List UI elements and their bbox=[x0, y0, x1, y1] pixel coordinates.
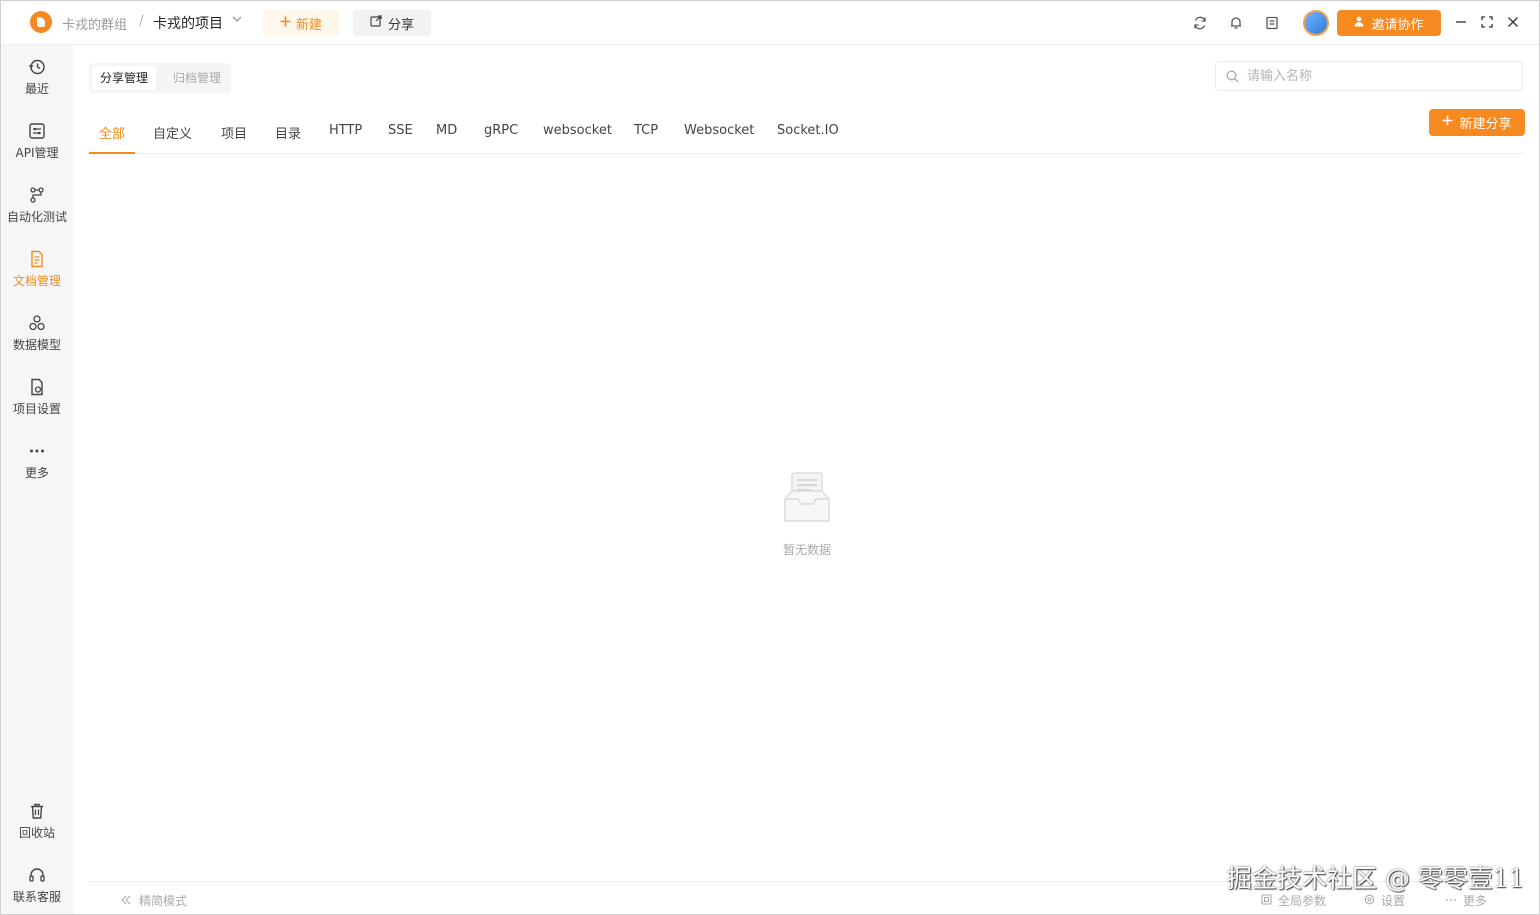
history-icon bbox=[28, 59, 45, 74]
sidebar-item-trash[interactable]: 回收站 bbox=[1, 793, 73, 849]
sidebar-item-api-management[interactable]: API管理 bbox=[1, 113, 73, 169]
sidebar-item-more[interactable]: 更多 bbox=[1, 433, 73, 489]
sidebar-item-data-model[interactable]: 数据模型 bbox=[1, 305, 73, 361]
gear-icon bbox=[1364, 894, 1375, 908]
sidebar-item-document-management[interactable]: 文档管理 bbox=[1, 241, 73, 297]
breadcrumb-team[interactable]: 卡戎的群组 bbox=[62, 14, 127, 33]
app-logo-icon bbox=[30, 11, 52, 33]
data-model-icon bbox=[29, 314, 45, 330]
share-icon bbox=[370, 15, 382, 31]
subtab-share-management[interactable]: 分享管理 bbox=[92, 66, 157, 90]
tab-md[interactable]: MD bbox=[436, 123, 457, 153]
subtab-archive-management[interactable]: 归档管理 bbox=[165, 66, 229, 90]
sidebar-item-label: 项目设置 bbox=[12, 401, 61, 416]
sidebar-item-label: 最近 bbox=[24, 81, 49, 96]
tab-project[interactable]: 项目 bbox=[221, 123, 247, 153]
empty-state: 暂无数据 bbox=[767, 469, 847, 558]
document-icon bbox=[31, 250, 43, 267]
sidebar-item-label: API管理 bbox=[15, 145, 59, 160]
sidebar-item-project-settings[interactable]: 项目设置 bbox=[1, 369, 73, 425]
document-list-icon[interactable] bbox=[1261, 12, 1283, 34]
plus-icon bbox=[280, 16, 291, 31]
sidebar-item-label: 回收站 bbox=[18, 825, 55, 840]
bell-icon[interactable] bbox=[1225, 12, 1247, 34]
global-params-icon bbox=[1261, 893, 1272, 908]
tab-custom[interactable]: 自定义 bbox=[153, 123, 192, 153]
share-button-label: 分享 bbox=[387, 17, 414, 33]
tab-socketio[interactable]: Socket.IO bbox=[777, 123, 839, 153]
tab-http[interactable]: HTTP bbox=[329, 123, 362, 153]
avatar[interactable] bbox=[1303, 10, 1329, 36]
sidebar-item-label: 自动化测试 bbox=[6, 209, 67, 224]
more-icon bbox=[30, 449, 44, 452]
main-content: 分享管理 归档管理 新建分享 全部 自定义 项目 目录 HTTP SSE MD … bbox=[73, 45, 1539, 914]
empty-inbox-icon bbox=[784, 472, 830, 522]
sidebar-item-label: 数据模型 bbox=[12, 337, 61, 352]
new-button-label: 新建 bbox=[295, 17, 322, 33]
breadcrumb-separator: / bbox=[139, 13, 144, 29]
minimize-icon[interactable] bbox=[1450, 11, 1472, 33]
user-plus-icon bbox=[1354, 16, 1365, 31]
tab-websocket[interactable]: Websocket bbox=[684, 123, 754, 153]
tab-grpc[interactable]: gRPC bbox=[484, 123, 518, 153]
empty-text: 暂无数据 bbox=[782, 543, 831, 557]
headset-icon bbox=[29, 867, 45, 882]
watermark: 掘金技术社区 @ 零零壹11 bbox=[1227, 864, 1525, 893]
project-settings-icon bbox=[31, 378, 43, 395]
sidebar-item-label: 联系客服 bbox=[12, 889, 61, 904]
double-chevron-left-icon bbox=[121, 894, 131, 908]
tab-websocket-lower[interactable]: websocket bbox=[543, 123, 612, 153]
sidebar-item-label: 文档管理 bbox=[12, 273, 61, 288]
maximize-icon[interactable] bbox=[1476, 11, 1498, 33]
close-icon[interactable] bbox=[1502, 11, 1524, 33]
sidebar-item-recent[interactable]: 最近 bbox=[1, 49, 73, 105]
simple-mode-toggle[interactable]: 精简模式 bbox=[121, 892, 187, 909]
invite-button-label: 邀请协作 bbox=[1371, 17, 1424, 33]
search-icon bbox=[1226, 70, 1239, 83]
more-icon bbox=[1445, 894, 1457, 908]
search-box[interactable] bbox=[1215, 61, 1523, 91]
new-button[interactable]: 新建 bbox=[263, 10, 339, 36]
api-icon bbox=[29, 122, 45, 139]
sidebar-item-automation-test[interactable]: 自动化测试 bbox=[1, 177, 73, 233]
invite-collaborate-button[interactable]: 邀请协作 bbox=[1337, 10, 1441, 36]
filter-tabs: 全部 自定义 项目 目录 HTTP SSE MD gRPC websocket … bbox=[88, 119, 1525, 154]
sidebar-item-contact-support[interactable]: 联系客服 bbox=[1, 857, 73, 913]
tab-tcp[interactable]: TCP bbox=[634, 123, 658, 153]
app-window: 卡戎的群组 / 卡戎的项目 新建 分享 邀请协作 最近 API管理 自动化测试 … bbox=[0, 0, 1540, 915]
tab-directory[interactable]: 目录 bbox=[275, 123, 301, 153]
breadcrumb-project[interactable]: 卡戎的项目 bbox=[153, 13, 223, 33]
automation-icon bbox=[30, 186, 44, 203]
chevron-down-icon[interactable] bbox=[232, 14, 242, 27]
tab-all[interactable]: 全部 bbox=[88, 123, 136, 154]
share-button[interactable]: 分享 bbox=[353, 10, 431, 36]
subtab-group: 分享管理 归档管理 bbox=[89, 63, 231, 93]
tab-sse[interactable]: SSE bbox=[388, 123, 413, 153]
sidebar: 最近 API管理 自动化测试 文档管理 数据模型 项目设置 更多 回收站 联系客… bbox=[1, 45, 73, 914]
search-input[interactable] bbox=[1245, 67, 1509, 85]
sidebar-item-label: 更多 bbox=[24, 465, 49, 480]
trash-icon bbox=[31, 803, 43, 819]
top-bar: 卡戎的群组 / 卡戎的项目 新建 分享 邀请协作 bbox=[1, 1, 1539, 45]
simple-mode-label: 精简模式 bbox=[139, 894, 188, 908]
sync-icon[interactable] bbox=[1189, 12, 1211, 34]
